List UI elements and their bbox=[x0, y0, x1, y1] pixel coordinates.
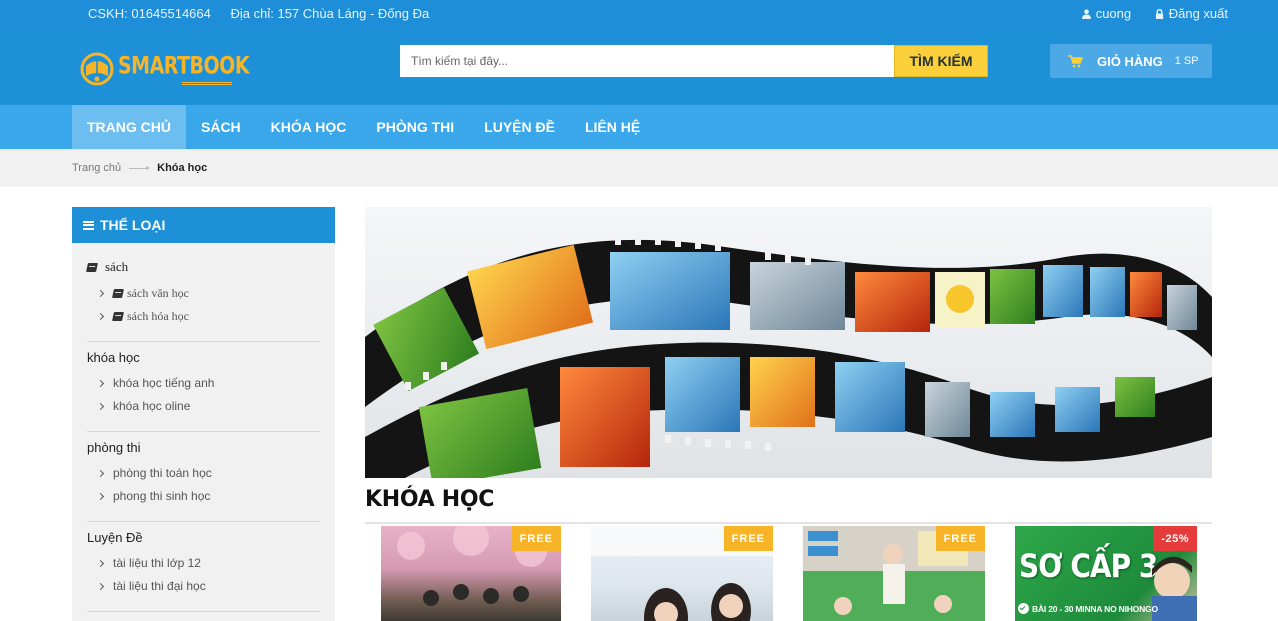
logo-emblem-icon bbox=[80, 52, 114, 86]
breadcrumb: Trang chủ Khóa học bbox=[0, 149, 1278, 187]
category-title-label: Luyện Đề bbox=[87, 530, 143, 545]
breadcrumb-home-link[interactable]: Trang chủ bbox=[72, 162, 121, 174]
top-info-bar: CSKH: 01645514664 Địa chỉ: 157 Chùa Láng… bbox=[0, 0, 1278, 28]
logout-label: Đăng xuất bbox=[1168, 6, 1228, 21]
section-title: KHÓA HỌC bbox=[365, 487, 495, 512]
search-bar: TÌM KIẾM bbox=[400, 45, 988, 77]
subcategory-label: tài liệu thi đại học bbox=[113, 579, 206, 593]
category-group-exam-rooms: phòng thi phòng thi toán học phong thi s… bbox=[87, 440, 320, 503]
subcategory-link[interactable]: tài liệu thi đại học bbox=[96, 579, 206, 593]
product-card[interactable]: SƠ CẤP 3 BÀI 20 - 30 MINNA NO NIHONGO -2… bbox=[1015, 526, 1197, 621]
check-circle-icon bbox=[1018, 603, 1029, 614]
nav-item-exam-rooms[interactable]: PHÒNG THI bbox=[361, 105, 469, 149]
subcategory-link[interactable]: phòng thi toán học bbox=[96, 466, 212, 480]
category-title-practice[interactable]: Luyện Đề bbox=[87, 530, 320, 545]
chevron-right-icon bbox=[96, 492, 105, 500]
category-title-label: phòng thi bbox=[87, 440, 141, 455]
product-card[interactable]: FREE bbox=[381, 526, 561, 621]
logo-underline bbox=[182, 82, 232, 85]
search-input[interactable] bbox=[400, 45, 894, 77]
subcategory-link[interactable]: tài liệu thi lớp 12 bbox=[96, 556, 201, 570]
book-icon bbox=[86, 262, 98, 272]
category-title-label: khóa học bbox=[87, 350, 140, 365]
category-group-courses: khóa học khóa học tiếng anh khóa học oli… bbox=[87, 350, 320, 413]
chevron-right-icon bbox=[96, 379, 105, 387]
cart-button[interactable]: GIỎ HÀNG 1 SP bbox=[1050, 44, 1212, 78]
subcategory-link[interactable]: khóa học tiếng anh bbox=[96, 376, 215, 390]
site-logo[interactable]: SMARTBOOK bbox=[80, 52, 250, 90]
category-title-books[interactable]: sách bbox=[86, 259, 320, 275]
logo-text: SMARTBOOK bbox=[118, 52, 250, 80]
subcategory-label: sách hóa học bbox=[127, 309, 189, 323]
search-button[interactable]: TÌM KIẾM bbox=[894, 45, 988, 77]
nav-item-practice[interactable]: LUYỆN ĐỀ bbox=[469, 105, 570, 149]
sidebar-heading: THỂ LOẠI bbox=[100, 217, 166, 233]
nav-item-contact[interactable]: LIÊN HỆ bbox=[570, 105, 655, 149]
film-strip-illustration bbox=[365, 237, 1212, 478]
sidebar-header: THỂ LOẠI bbox=[72, 207, 335, 243]
free-badge: FREE bbox=[511, 526, 561, 551]
user-link[interactable]: cuong bbox=[1081, 6, 1132, 21]
discount-badge: -25% bbox=[1153, 526, 1197, 551]
subcategory-label: phong thi sinh học bbox=[113, 489, 211, 503]
logout-link[interactable]: Đăng xuất bbox=[1155, 6, 1228, 21]
username-label: cuong bbox=[1095, 6, 1132, 21]
lock-icon bbox=[1155, 8, 1163, 19]
subcategory-label: sách văn học bbox=[127, 286, 189, 300]
subcategory-label: tài liệu thi lớp 12 bbox=[113, 556, 201, 570]
product-image-caption-row: BÀI 20 - 30 MINNA NO NIHONGO bbox=[1018, 603, 1158, 614]
chevron-right-icon bbox=[96, 289, 105, 298]
subcategory-link[interactable]: sách văn học bbox=[96, 286, 189, 301]
subcategory-label: khóa học oline bbox=[113, 399, 191, 413]
address-text: Địa chỉ: 157 Chùa Láng - Đống Đa bbox=[230, 6, 430, 21]
breadcrumb-arrow-icon bbox=[129, 165, 151, 170]
nav-item-books[interactable]: SÁCH bbox=[186, 105, 256, 149]
nav-item-courses[interactable]: KHÓA HỌC bbox=[256, 105, 362, 149]
category-group-practice: Luyện Đề tài liệu thi lớp 12 tài liệu th… bbox=[87, 530, 320, 593]
chevron-right-icon bbox=[96, 469, 105, 477]
subcategory-link[interactable]: khóa học oline bbox=[96, 399, 191, 413]
breadcrumb-current: Khóa học bbox=[157, 162, 208, 174]
main-nav: TRANG CHỦ SÁCH KHÓA HỌC PHÒNG THI LUYỆN … bbox=[0, 105, 1278, 149]
courses-banner-image bbox=[365, 207, 1212, 478]
product-card[interactable]: FREE bbox=[591, 526, 773, 621]
site-header: SMARTBOOK TÌM KIẾM GIỎ HÀNG 1 SP bbox=[0, 28, 1278, 105]
chevron-right-icon bbox=[96, 582, 105, 590]
category-title-courses[interactable]: khóa học bbox=[87, 350, 320, 365]
book-icon bbox=[112, 312, 124, 321]
product-card[interactable]: FREE bbox=[803, 526, 985, 621]
hotline-text: CSKH: 01645514664 bbox=[88, 6, 211, 21]
menu-list-icon bbox=[83, 220, 94, 230]
subcategory-label: phòng thi toán học bbox=[113, 466, 212, 480]
category-group-books: sách sách văn học sách hóa học bbox=[86, 259, 320, 323]
chevron-right-icon bbox=[96, 402, 105, 410]
user-icon bbox=[1081, 8, 1091, 19]
sidebar-divider bbox=[87, 341, 320, 342]
category-title-exam-rooms[interactable]: phòng thi bbox=[87, 440, 320, 455]
free-badge: FREE bbox=[935, 526, 985, 551]
free-badge: FREE bbox=[723, 526, 773, 551]
chevron-right-icon bbox=[96, 559, 105, 567]
sidebar-divider bbox=[87, 521, 320, 522]
chevron-right-icon bbox=[96, 312, 105, 321]
category-title-label: sách bbox=[105, 259, 129, 274]
cart-icon bbox=[1068, 54, 1083, 67]
subcategory-link[interactable]: phong thi sinh học bbox=[96, 489, 211, 503]
category-sidebar: THỂ LOẠI sách sách văn học sách hóa học … bbox=[72, 207, 335, 621]
nav-item-home[interactable]: TRANG CHỦ bbox=[72, 105, 186, 149]
sidebar-divider bbox=[87, 431, 320, 432]
section-title-underline bbox=[365, 522, 1212, 524]
book-icon bbox=[112, 289, 124, 298]
product-image-caption: BÀI 20 - 30 MINNA NO NIHONGO bbox=[1032, 603, 1158, 614]
sidebar-divider bbox=[87, 611, 320, 612]
cart-count: 1 SP bbox=[1174, 55, 1199, 67]
cart-label: GIỎ HÀNG bbox=[1097, 53, 1163, 69]
subcategory-label: khóa học tiếng anh bbox=[113, 376, 215, 390]
subcategory-link[interactable]: sách hóa học bbox=[96, 309, 189, 324]
